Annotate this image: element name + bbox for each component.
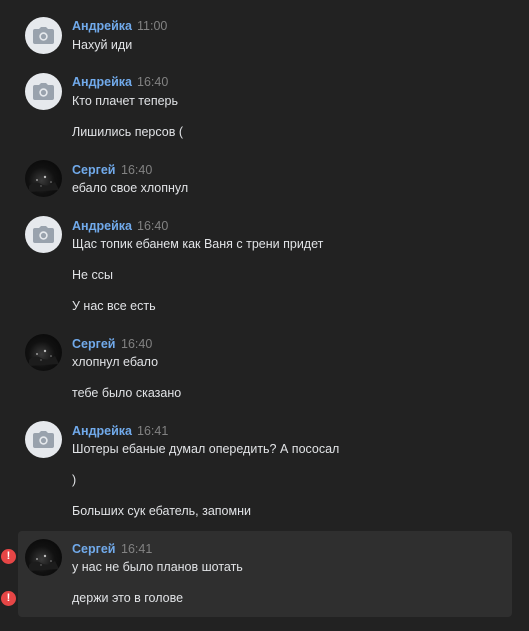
message-time[interactable]: 16:40 xyxy=(121,163,152,177)
author-name[interactable]: Андрейка xyxy=(72,75,132,89)
camera-placeholder-icon xyxy=(33,27,54,44)
message-text: ебало свое хлопнул xyxy=(72,181,189,195)
message-text: У нас все есть xyxy=(72,299,156,313)
avatar[interactable] xyxy=(25,17,62,54)
message-text: Лишились персов ( xyxy=(72,125,183,139)
chat-history: Андрейка 11:00 Нахуй иди Андрейка 16:40 … xyxy=(0,0,529,631)
message-text: у нас не было планов шотать xyxy=(72,560,243,574)
avatar[interactable] xyxy=(25,216,62,253)
avatar[interactable] xyxy=(25,334,62,371)
camera-placeholder-icon xyxy=(33,83,54,100)
camera-placeholder-icon xyxy=(33,226,54,243)
error-icon[interactable]: ! xyxy=(1,591,16,606)
message-text: тебе было сказано xyxy=(72,386,182,400)
message-text: Не ссы xyxy=(72,268,113,282)
avatar[interactable] xyxy=(25,539,62,576)
error-icon[interactable]: ! xyxy=(1,549,16,564)
message-text: Больших сук ебатель, запомни xyxy=(72,504,251,518)
message-text: хлопнул ебало xyxy=(72,355,159,369)
message-time[interactable]: 16:40 xyxy=(137,75,168,89)
message-time[interactable]: 16:41 xyxy=(137,424,168,438)
message-time[interactable]: 16:40 xyxy=(137,219,168,233)
author-name[interactable]: Андрейка xyxy=(72,19,132,33)
author-name[interactable]: Андрейка xyxy=(72,219,132,233)
message-text: Нахуй иди xyxy=(72,38,133,52)
author-name[interactable]: Сергей xyxy=(72,542,115,556)
camera-placeholder-icon xyxy=(33,431,54,448)
author-name[interactable]: Андрейка xyxy=(72,424,132,438)
message-text: Кто плачет теперь xyxy=(72,94,178,108)
avatar[interactable] xyxy=(25,421,62,458)
message-time[interactable]: 11:00 xyxy=(137,19,167,33)
avatar[interactable] xyxy=(25,160,62,197)
author-name[interactable]: Сергей xyxy=(72,163,115,177)
message-time[interactable]: 16:40 xyxy=(121,337,152,351)
avatar[interactable] xyxy=(25,73,62,110)
message-text: Шотеры ебаные думал опередить? А пососал xyxy=(72,442,340,456)
message-text: Щас топик ебанем как Ваня с трени придет xyxy=(72,237,324,251)
avatar-photo xyxy=(29,554,59,571)
message-time[interactable]: 16:41 xyxy=(121,542,152,556)
message-text: ) xyxy=(72,473,77,487)
message-text: держи это в голове xyxy=(72,591,184,605)
avatar-photo xyxy=(29,175,59,192)
avatar-photo xyxy=(29,349,59,366)
author-name[interactable]: Сергей xyxy=(72,337,115,351)
